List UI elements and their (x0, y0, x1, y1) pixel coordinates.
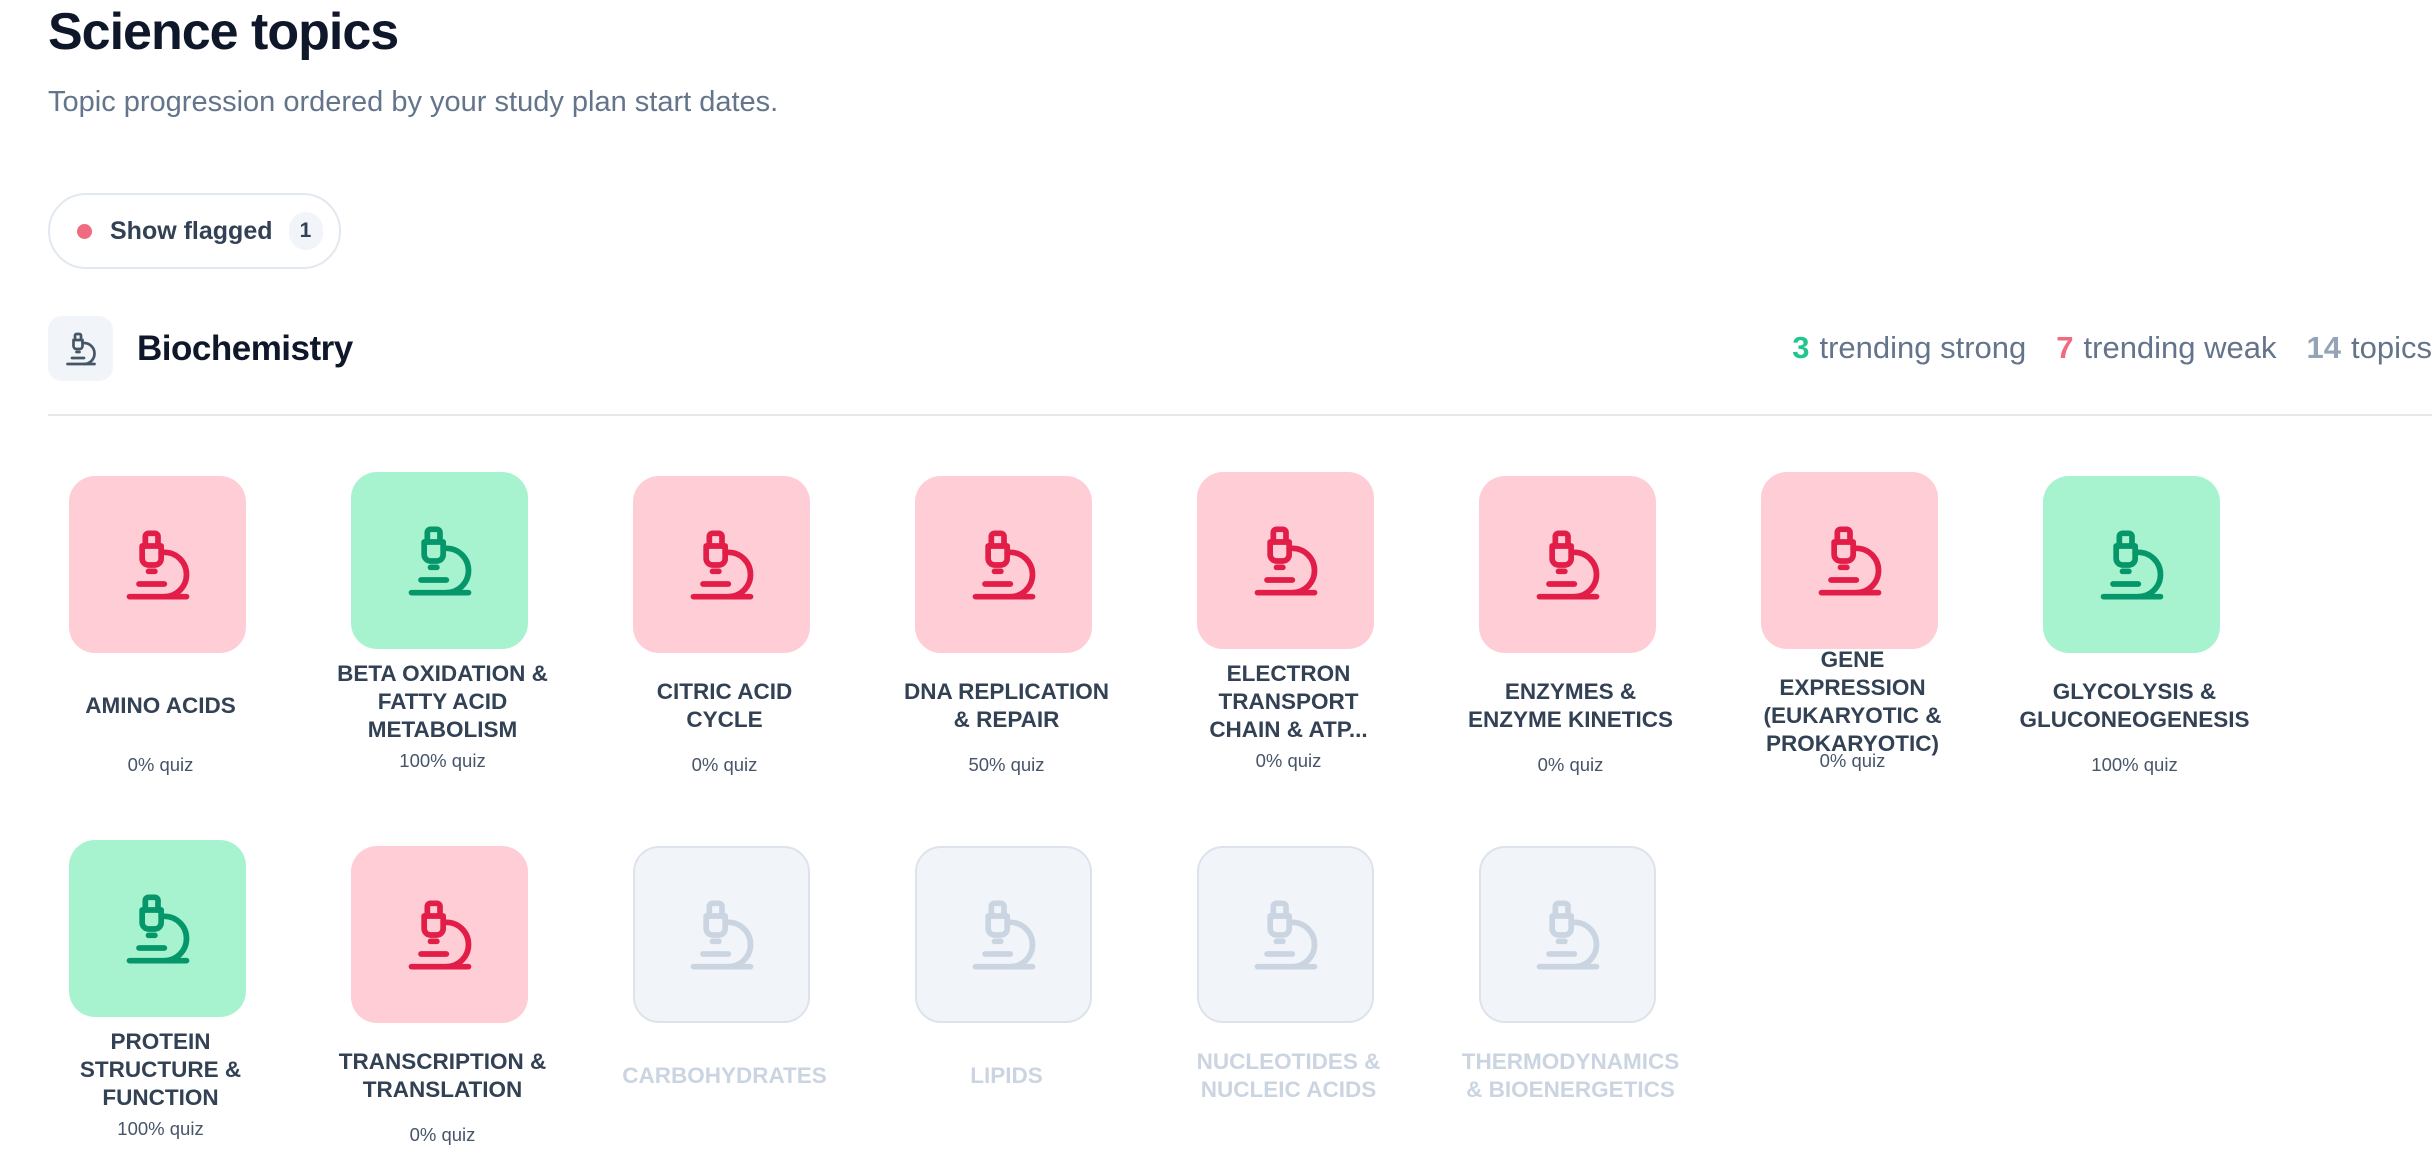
topic-name: TRANSCRIPTION & TRANSLATION (338, 1049, 547, 1102)
topic-quiz: 100% quiz (117, 1118, 204, 1139)
topic-quiz: 0% quiz (409, 1124, 476, 1145)
flagged-count-badge: 1 (288, 212, 323, 250)
topic-icon-box (633, 846, 810, 1023)
topic-quiz: 0% quiz (1819, 750, 1886, 771)
strong-label: trending strong (1819, 330, 2027, 365)
topic-name: PROTEIN STRUCTURE & FUNCTION (79, 1029, 242, 1110)
topic-name: BETA OXIDATION & FATTY ACID METABOLISM (337, 661, 548, 742)
topic-icon-box (1761, 472, 1938, 649)
microscope-icon (1536, 899, 1599, 970)
topic-name: LIPIDS (970, 1063, 1043, 1088)
topic-icon-box (1197, 846, 1374, 1023)
topic-tile[interactable]: AMINO ACIDS 0% quiz (48, 470, 273, 850)
microscope-icon (48, 316, 113, 381)
stat-topics: 14 topics (2307, 330, 2432, 366)
topic-icon-box (2043, 476, 2220, 653)
microscope-icon (972, 899, 1035, 970)
total-label: topics (2351, 330, 2432, 365)
strong-count: 3 (1792, 330, 1810, 365)
topic-tile[interactable]: DNA REPLICATION & REPAIR 50% quiz (894, 470, 1119, 850)
total-count: 14 (2306, 330, 2342, 365)
topic-icon-box (351, 472, 528, 649)
page: Science topics Topic progression ordered… (0, 0, 2432, 1164)
weak-count: 7 (2056, 330, 2074, 365)
topic-icon-box (1479, 476, 1656, 653)
topic-quiz: 0% quiz (1537, 754, 1604, 775)
microscope-icon (1818, 525, 1881, 596)
topic-icon-box (1197, 472, 1374, 649)
topic-tile[interactable]: NUCLEOTIDES & NUCLEIC ACIDS (1176, 840, 1401, 1164)
flag-dot-icon (77, 223, 92, 239)
topic-icon-box (69, 840, 246, 1017)
microscope-icon (1254, 525, 1317, 596)
topic-name: ENZYMES & ENZYME KINETICS (1467, 679, 1674, 732)
microscope-icon (2100, 529, 2163, 600)
topic-tile[interactable]: TRANSCRIPTION & TRANSLATION 0% quiz (330, 840, 555, 1164)
topic-icon-box (633, 476, 810, 653)
topic-tile[interactable]: ELECTRON TRANSPORT CHAIN & ATP... 0% qui… (1176, 466, 1401, 846)
topic-quiz: 50% quiz (968, 754, 1045, 775)
topic-name: NUCLEOTIDES & NUCLEIC ACIDS (1196, 1049, 1381, 1102)
topic-icon-box (69, 476, 246, 653)
topic-quiz: 0% quiz (127, 754, 194, 775)
topic-tile[interactable]: PROTEIN STRUCTURE & FUNCTION 100% quiz (48, 834, 273, 1164)
show-flagged-label: Show flagged (110, 216, 273, 245)
topic-tile[interactable]: GLYCOLYSIS & GLUCONEOGENESIS 100% quiz (2019, 470, 2250, 850)
stat-trending-strong: 3 trending strong (1792, 330, 2026, 366)
topic-tile[interactable]: BETA OXIDATION & FATTY ACID METABOLISM 1… (330, 466, 555, 846)
weak-label: trending weak (2083, 330, 2277, 365)
topic-name: ELECTRON TRANSPORT CHAIN & ATP... (1209, 661, 1368, 742)
topic-icon-box (351, 846, 528, 1023)
topic-icon-box (915, 846, 1092, 1023)
page-subtitle: Topic progression ordered by your study … (48, 86, 779, 118)
topic-name: THERMODYNAMICS & BIOENERGETICS (1461, 1049, 1680, 1102)
topic-tile[interactable]: GENE EXPRESSION (EUKARYOTIC & PROKARYOTI… (1740, 466, 1965, 846)
microscope-icon (690, 529, 753, 600)
microscope-icon (126, 893, 189, 964)
microscope-icon (1254, 899, 1317, 970)
stat-trending-weak: 7 trending weak (2056, 330, 2276, 366)
topic-quiz: 100% quiz (399, 750, 486, 771)
topic-name: CITRIC ACID CYCLE (656, 679, 793, 732)
topic-tile[interactable]: ENZYMES & ENZYME KINETICS 0% quiz (1458, 470, 1683, 850)
topic-name: GENE EXPRESSION (EUKARYOTIC & PROKARYOTI… (1763, 647, 1942, 756)
microscope-icon (408, 525, 471, 596)
topic-icon-box (1479, 846, 1656, 1023)
topic-name: GLYCOLYSIS & GLUCONEOGENESIS (2019, 679, 2250, 732)
topic-name: AMINO ACIDS (85, 693, 236, 718)
topic-tile[interactable]: CARBOHYDRATES (612, 840, 837, 1164)
topic-name: CARBOHYDRATES (622, 1063, 827, 1088)
microscope-icon (972, 529, 1035, 600)
page-title: Science topics (48, 3, 399, 61)
microscope-icon (126, 529, 189, 600)
section-stats: 3 trending strong 7 trending weak 14 topics (1792, 330, 2432, 366)
microscope-icon (408, 899, 471, 970)
topic-quiz: 100% quiz (2091, 754, 2178, 775)
show-flagged-button[interactable]: Show flagged 1 (48, 193, 341, 269)
topic-quiz: 0% quiz (691, 754, 758, 775)
topic-name: DNA REPLICATION & REPAIR (904, 679, 1109, 732)
topic-tile[interactable]: THERMODYNAMICS & BIOENERGETICS (1458, 840, 1683, 1164)
topic-tile[interactable]: LIPIDS (894, 840, 1119, 1164)
microscope-icon (690, 899, 753, 970)
section-title: Biochemistry (137, 329, 353, 368)
topic-tile[interactable]: CITRIC ACID CYCLE 0% quiz (612, 470, 837, 850)
topic-icon-box (915, 476, 1092, 653)
topic-quiz: 0% quiz (1255, 750, 1322, 771)
section-header-biochemistry: Biochemistry 3 trending strong 7 trending … (48, 316, 2432, 416)
microscope-icon (1536, 529, 1599, 600)
